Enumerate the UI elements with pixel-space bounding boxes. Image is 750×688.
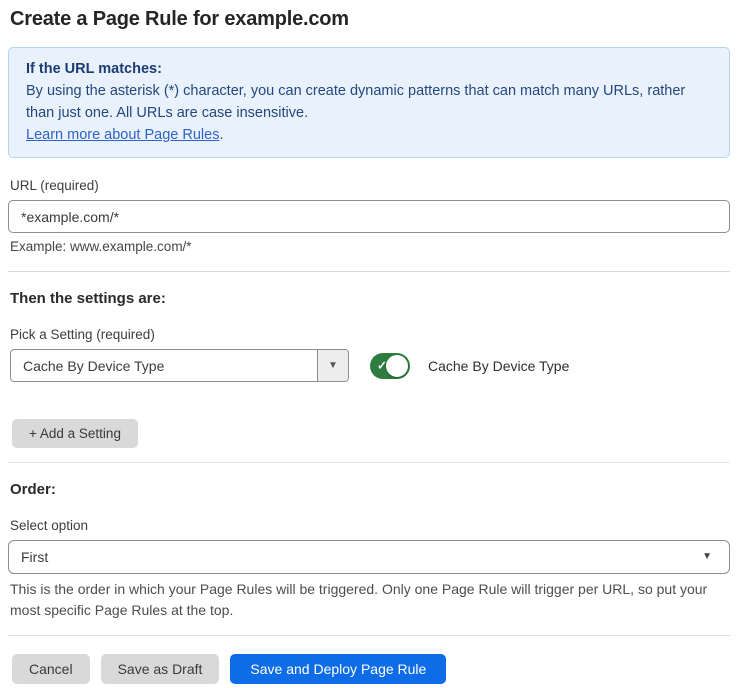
cancel-button[interactable]: Cancel	[12, 654, 90, 684]
order-select[interactable]: First ▼	[8, 540, 730, 574]
dropdown-arrow-icon: ▼	[328, 361, 338, 371]
url-field-label: URL (required)	[10, 178, 730, 193]
setting-select-value: Cache By Device Type	[11, 358, 164, 374]
dropdown-arrow-icon: ▼	[702, 552, 712, 562]
order-section-heading: Order:	[10, 481, 730, 498]
order-help-text: This is the order in which your Page Rul…	[10, 579, 730, 621]
add-setting-button[interactable]: + Add a Setting	[12, 419, 138, 448]
info-link-line: Learn more about Page Rules.	[26, 124, 712, 146]
setting-select[interactable]: Cache By Device Type ▼	[10, 349, 349, 382]
order-section-divider	[8, 462, 730, 463]
save-deploy-button[interactable]: Save and Deploy Page Rule	[230, 654, 446, 684]
save-draft-button[interactable]: Save as Draft	[101, 654, 220, 684]
setting-toggle[interactable]: ✓	[370, 353, 410, 379]
settings-section-divider	[8, 271, 730, 272]
footer-actions: Cancel Save as Draft Save and Deploy Pag…	[12, 654, 730, 684]
settings-section-heading: Then the settings are:	[10, 290, 730, 307]
url-input[interactable]	[8, 200, 730, 233]
select-option-label: Select option	[10, 518, 730, 533]
setting-toggle-label: Cache By Device Type	[428, 358, 569, 374]
order-select-value: First	[21, 549, 48, 565]
url-match-info-box: If the URL matches: By using the asteris…	[8, 47, 730, 158]
info-box-heading: If the URL matches:	[26, 58, 712, 80]
pick-setting-label: Pick a Setting (required)	[10, 327, 730, 342]
setting-select-arrow-button[interactable]: ▼	[317, 350, 348, 381]
link-period: .	[219, 127, 223, 143]
url-example-text: Example: www.example.com/*	[10, 239, 730, 254]
info-box-body: By using the asterisk (*) character, you…	[26, 80, 712, 124]
setting-row: Cache By Device Type ▼ ✓ Cache By Device…	[8, 349, 730, 382]
create-page-rule-panel: Create a Page Rule for example.com If th…	[0, 0, 750, 684]
footer-divider	[8, 635, 730, 636]
toggle-knob	[386, 355, 408, 377]
learn-more-link[interactable]: Learn more about Page Rules	[26, 127, 219, 143]
page-title: Create a Page Rule for example.com	[10, 8, 730, 31]
